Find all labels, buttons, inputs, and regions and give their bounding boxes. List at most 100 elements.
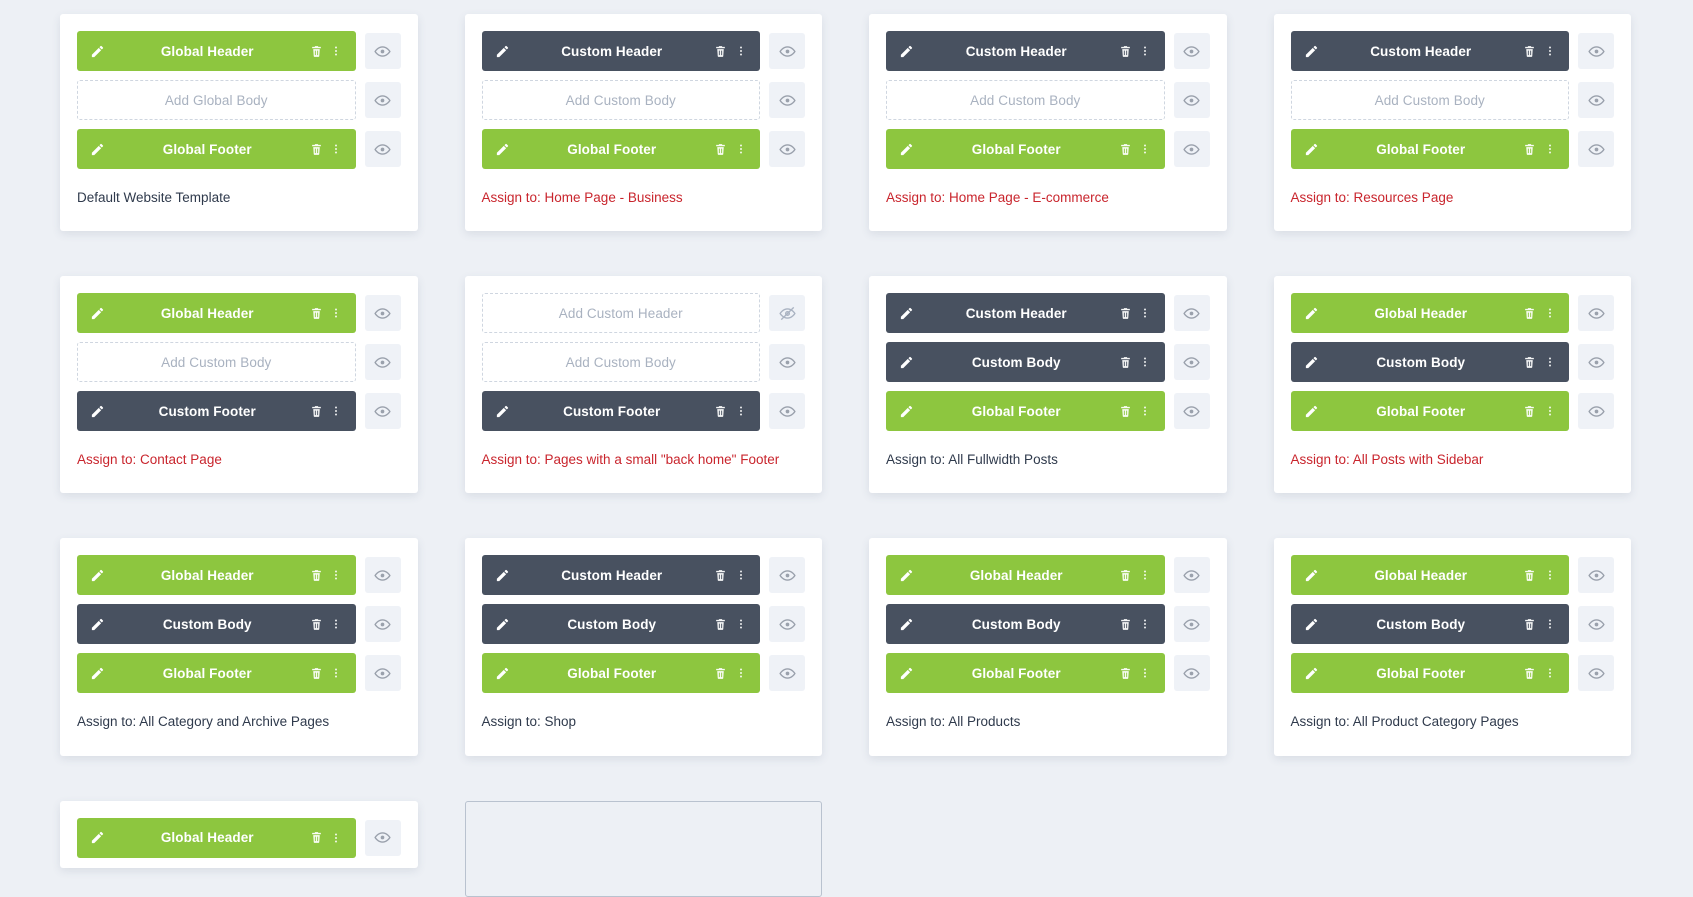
pencil-icon[interactable] <box>897 401 916 421</box>
pencil-icon[interactable] <box>88 828 107 848</box>
area-bar-dark[interactable]: Custom Header <box>481 31 760 71</box>
visibility-toggle-visible[interactable] <box>364 557 401 594</box>
area-bar-green[interactable]: Global Footer <box>886 391 1165 432</box>
pencil-icon[interactable] <box>88 303 107 323</box>
visibility-toggle-visible[interactable] <box>769 131 805 167</box>
pencil-icon[interactable] <box>1302 303 1321 323</box>
trash-icon[interactable] <box>308 614 325 634</box>
kebab-menu-icon[interactable] <box>328 663 345 683</box>
trash-icon[interactable] <box>712 139 729 159</box>
visibility-toggle-visible[interactable] <box>1578 295 1614 332</box>
template-card-all-fullwidth-posts[interactable]: Custom Header Custom Body Global Footer Ass… <box>869 276 1227 494</box>
area-bar-dark[interactable]: Custom Body <box>886 342 1165 383</box>
pencil-icon[interactable] <box>1302 401 1321 421</box>
visibility-toggle-visible[interactable] <box>1578 131 1614 167</box>
pencil-icon[interactable] <box>1302 565 1321 585</box>
add-area-button[interactable]: Add Custom Body <box>77 342 356 383</box>
add-area-button[interactable]: Add Custom Body <box>886 80 1165 120</box>
area-bar-green[interactable]: Global Footer <box>77 653 356 694</box>
add-area-button[interactable]: Add Global Body <box>77 80 356 120</box>
area-bar-green[interactable]: Global Header <box>77 817 356 858</box>
add-area-button[interactable]: Add Custom Body <box>481 342 760 383</box>
area-bar-dark[interactable]: Custom Header <box>886 31 1165 71</box>
visibility-toggle-visible[interactable] <box>769 606 805 643</box>
pencil-icon[interactable] <box>493 614 512 634</box>
visibility-toggle-visible[interactable] <box>1578 393 1614 430</box>
kebab-menu-icon[interactable] <box>1541 139 1558 159</box>
area-bar-green[interactable]: Global Footer <box>886 129 1165 169</box>
trash-icon[interactable] <box>308 139 325 159</box>
area-bar-green[interactable]: Global Footer <box>481 653 760 694</box>
visibility-toggle-visible[interactable] <box>364 131 401 167</box>
visibility-toggle-visible[interactable] <box>364 344 401 381</box>
template-card-all-products[interactable]: Global Header Custom Body Global Footer Ass… <box>869 538 1227 756</box>
visibility-toggle-visible[interactable] <box>769 82 805 118</box>
visibility-toggle-visible[interactable] <box>1578 344 1614 381</box>
area-bar-green[interactable]: Global Footer <box>1290 391 1569 432</box>
trash-icon[interactable] <box>1521 139 1538 159</box>
trash-icon[interactable] <box>1117 614 1134 634</box>
visibility-toggle-visible[interactable] <box>1173 33 1210 69</box>
trash-icon[interactable] <box>712 565 729 585</box>
trash-icon[interactable] <box>712 663 729 683</box>
pencil-icon[interactable] <box>897 41 916 61</box>
trash-icon[interactable] <box>1117 663 1134 683</box>
template-card-all-category-and-archive-pages[interactable]: Global Header Custom Body Global Footer Ass… <box>60 538 418 756</box>
trash-icon[interactable] <box>1117 303 1134 323</box>
kebab-menu-icon[interactable] <box>1541 41 1558 61</box>
trash-icon[interactable] <box>1521 663 1538 683</box>
trash-icon[interactable] <box>1117 565 1134 585</box>
kebab-menu-icon[interactable] <box>1137 614 1154 634</box>
visibility-toggle-visible[interactable] <box>1578 557 1614 594</box>
kebab-menu-icon[interactable] <box>1137 401 1154 421</box>
pencil-icon[interactable] <box>897 565 916 585</box>
visibility-toggle-visible[interactable] <box>364 295 401 332</box>
kebab-menu-icon[interactable] <box>328 401 345 421</box>
template-card-all-posts-with-sidebar[interactable]: Global Header Custom Body Global Footer Ass… <box>1273 276 1631 494</box>
template-card-pages-with-back-home-footer[interactable]: Add Custom Header Add Custom Body Custom F… <box>464 276 822 494</box>
empty-template-drop-placeholder[interactable] <box>464 800 822 897</box>
kebab-menu-icon[interactable] <box>1541 565 1558 585</box>
kebab-menu-icon[interactable] <box>1137 352 1154 372</box>
trash-icon[interactable] <box>1117 139 1134 159</box>
template-card-contact-page[interactable]: Global Header Add Custom Body Custom Foote… <box>60 276 418 494</box>
kebab-menu-icon[interactable] <box>732 565 749 585</box>
visibility-toggle-visible[interactable] <box>1173 131 1210 167</box>
kebab-menu-icon[interactable] <box>1137 303 1154 323</box>
pencil-icon[interactable] <box>897 614 916 634</box>
kebab-menu-icon[interactable] <box>732 401 749 421</box>
kebab-menu-icon[interactable] <box>1137 41 1154 61</box>
pencil-icon[interactable] <box>1302 352 1321 372</box>
pencil-icon[interactable] <box>88 401 107 421</box>
kebab-menu-icon[interactable] <box>1541 401 1558 421</box>
template-card-partial-bottom-template[interactable]: Global Header <box>60 800 418 868</box>
trash-icon[interactable] <box>308 828 325 848</box>
trash-icon[interactable] <box>1521 352 1538 372</box>
visibility-toggle-visible[interactable] <box>769 557 805 594</box>
pencil-icon[interactable] <box>88 41 107 61</box>
visibility-toggle-visible[interactable] <box>1578 33 1614 69</box>
template-card-all-product-category-pages[interactable]: Global Header Custom Body Global Footer Ass… <box>1273 538 1631 756</box>
visibility-toggle-visible[interactable] <box>1173 655 1210 692</box>
pencil-icon[interactable] <box>88 565 107 585</box>
pencil-icon[interactable] <box>897 303 916 323</box>
template-card-home-page-business[interactable]: Custom Header Add Custom Body Global Foote… <box>464 14 822 232</box>
area-bar-green[interactable]: Global Header <box>77 293 356 334</box>
area-bar-green[interactable]: Global Footer <box>886 653 1165 694</box>
trash-icon[interactable] <box>308 303 325 323</box>
pencil-icon[interactable] <box>493 663 512 683</box>
add-area-button[interactable]: Add Custom Body <box>1290 80 1569 120</box>
trash-icon[interactable] <box>712 401 729 421</box>
trash-icon[interactable] <box>1521 41 1538 61</box>
visibility-toggle-visible[interactable] <box>364 606 401 643</box>
kebab-menu-icon[interactable] <box>1541 352 1558 372</box>
area-bar-green[interactable]: Global Header <box>77 31 356 71</box>
kebab-menu-icon[interactable] <box>732 663 749 683</box>
kebab-menu-icon[interactable] <box>328 828 345 848</box>
pencil-icon[interactable] <box>897 139 916 159</box>
visibility-toggle-visible[interactable] <box>1173 557 1210 594</box>
area-bar-green[interactable]: Global Footer <box>1290 653 1569 694</box>
area-bar-dark[interactable]: Custom Body <box>1290 604 1569 645</box>
template-card-default-website-template[interactable]: Global Header Add Global Body Global Foote… <box>60 14 418 232</box>
kebab-menu-icon[interactable] <box>1541 303 1558 323</box>
